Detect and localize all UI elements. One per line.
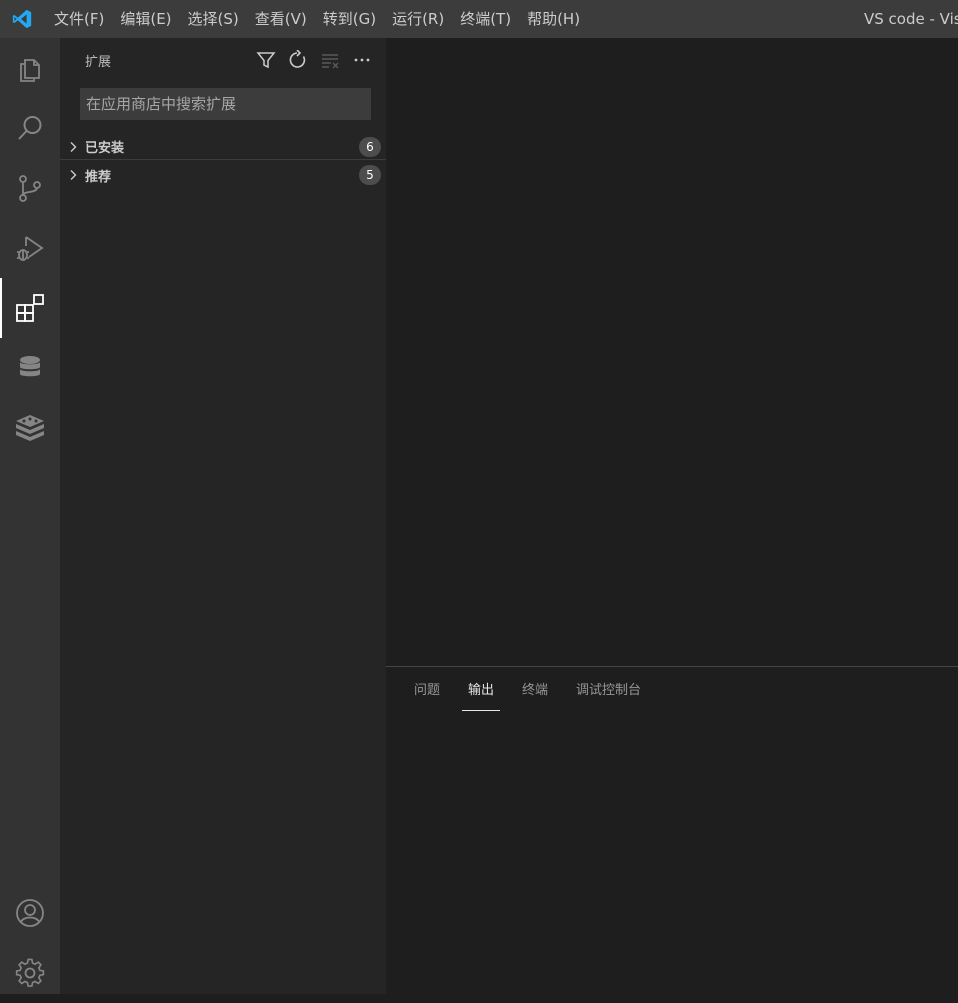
tab-output[interactable]: 输出 bbox=[460, 679, 502, 711]
filter-icon[interactable] bbox=[254, 48, 278, 72]
more-icon[interactable] bbox=[350, 48, 374, 72]
sidebar-actions bbox=[254, 48, 374, 72]
window-title: VS code - Visu bbox=[864, 10, 958, 28]
menu-edit[interactable]: 编辑(E) bbox=[112, 0, 179, 38]
panel-tabs: 问题 输出 终端 调试控制台 bbox=[406, 679, 661, 711]
menu-bar: 文件(F) 编辑(E) 选择(S) 查看(V) 转到(G) 运行(R) 终端(T… bbox=[46, 0, 588, 38]
menu-view[interactable]: 查看(V) bbox=[247, 0, 315, 38]
menu-terminal[interactable]: 终端(T) bbox=[452, 0, 519, 38]
refresh-icon[interactable] bbox=[286, 48, 310, 72]
database-icon[interactable] bbox=[0, 338, 60, 398]
run-debug-icon[interactable] bbox=[0, 218, 60, 278]
tab-debug-console[interactable]: 调试控制台 bbox=[568, 679, 649, 711]
section-recommended[interactable]: 推荐 5 bbox=[60, 162, 386, 188]
menu-file[interactable]: 文件(F) bbox=[46, 0, 112, 38]
extensions-icon[interactable] bbox=[0, 278, 60, 338]
stack-icon[interactable] bbox=[0, 398, 60, 458]
settings-gear-icon[interactable] bbox=[0, 943, 60, 1003]
activity-bar bbox=[0, 38, 60, 994]
section-label: 推荐 bbox=[85, 169, 112, 185]
menu-run[interactable]: 运行(R) bbox=[384, 0, 452, 38]
sidebar-header: 扩展 bbox=[60, 38, 386, 82]
section-installed[interactable]: 已安装 6 bbox=[60, 134, 386, 160]
title-bar: 文件(F) 编辑(E) 选择(S) 查看(V) 转到(G) 运行(R) 终端(T… bbox=[0, 0, 958, 38]
explorer-icon[interactable] bbox=[0, 38, 60, 98]
section-label: 已安装 bbox=[85, 141, 125, 156]
account-icon[interactable] bbox=[0, 883, 60, 943]
source-control-icon[interactable] bbox=[0, 158, 60, 218]
chevron-right-icon bbox=[61, 162, 85, 188]
clear-list-icon[interactable] bbox=[318, 48, 342, 72]
vscode-logo-icon bbox=[0, 0, 44, 38]
menu-help[interactable]: 帮助(H) bbox=[519, 0, 588, 38]
search-icon[interactable] bbox=[0, 98, 60, 158]
tab-terminal[interactable]: 终端 bbox=[514, 679, 556, 711]
sidebar-title: 扩展 bbox=[85, 55, 112, 70]
extensions-sidebar: 扩展 在应用商店中搜索扩展 已安装 6 推荐 5 bbox=[60, 38, 386, 994]
menu-selection[interactable]: 选择(S) bbox=[180, 0, 247, 38]
count-badge: 5 bbox=[359, 165, 381, 185]
editor-area[interactable] bbox=[386, 38, 958, 666]
bottom-panel: 问题 输出 终端 调试控制台 bbox=[386, 666, 958, 994]
extensions-search-input[interactable] bbox=[80, 88, 371, 120]
chevron-right-icon bbox=[61, 134, 85, 160]
tab-problems[interactable]: 问题 bbox=[406, 679, 448, 711]
menu-go[interactable]: 转到(G) bbox=[315, 0, 384, 38]
count-badge: 6 bbox=[359, 137, 381, 157]
